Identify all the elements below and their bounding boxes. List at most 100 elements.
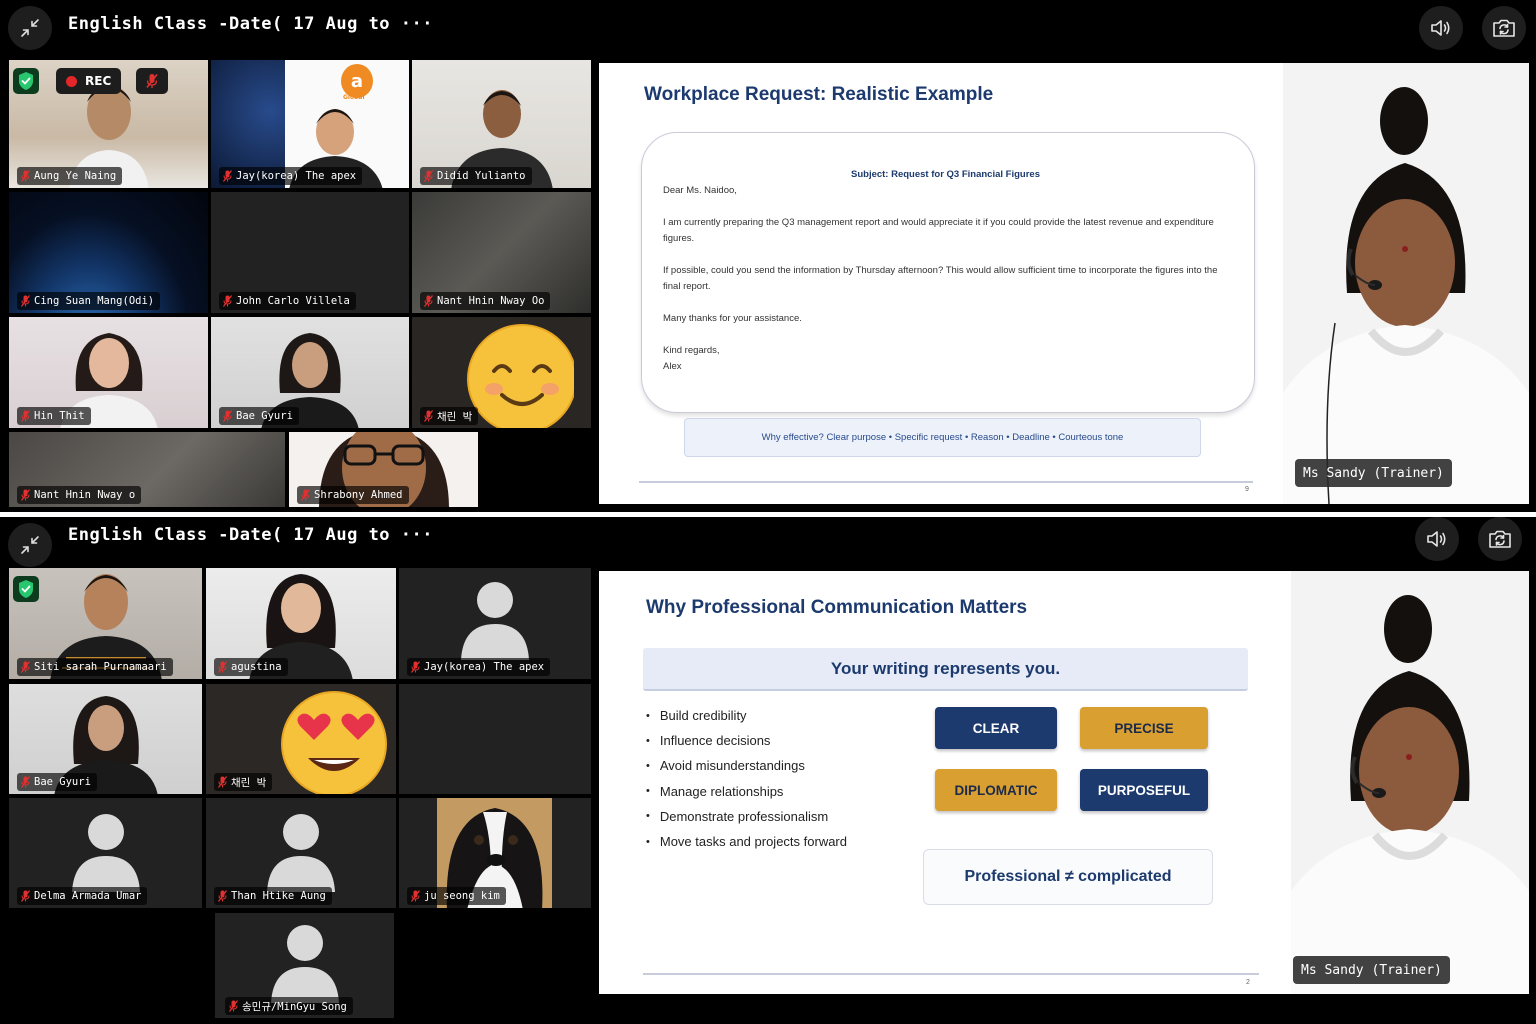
participant-tile[interactable]: Than Htike Aung [205, 797, 397, 909]
shared-slide: Workplace Request: Realistic Example Sub… [599, 63, 1283, 504]
trainer-person-video [1283, 63, 1529, 504]
participant-name: 채린 박 [231, 776, 267, 789]
participant-tile[interactable]: ju seong kim [398, 797, 592, 909]
avatar-placeholder-icon [267, 814, 335, 892]
participant-name: Siti sarah Purnamaari [34, 661, 167, 673]
mic-off-icon [21, 890, 30, 902]
shared-slide: Why Professional Communication Matters Y… [599, 571, 1291, 994]
participant-tile[interactable]: Cing Suan Mang(Odi) [8, 191, 209, 314]
participant-name: agustina [231, 661, 282, 673]
recording-indicator: REC [56, 68, 122, 94]
mic-off-icon [424, 410, 433, 422]
trainer-video[interactable]: Ms Sandy (Trainer) [1283, 63, 1529, 504]
participant-name: Aung Ye Naing [34, 170, 117, 182]
mic-off-icon [218, 661, 227, 673]
participant-tile[interactable]: 송민규/MinGyu Song [214, 912, 395, 1019]
participant-name: Jay(korea) The apex [424, 661, 545, 673]
speaker-icon [1427, 531, 1446, 547]
mic-off-icon [146, 74, 158, 88]
muted-indicator [136, 68, 168, 94]
participant-tile[interactable]: Bae Gyuri [8, 683, 203, 795]
participant-tile[interactable]: 채린 박 [411, 316, 592, 429]
list-item: Influence decisions [646, 728, 906, 753]
participant-name: Didid Yulianto [437, 170, 526, 182]
participant-tile[interactable]: Nant Hnin Nway ο [8, 431, 286, 508]
mic-off-icon [424, 295, 433, 307]
mic-off-icon [301, 489, 310, 501]
participant-tile[interactable]: Siti sarah Purnamaari [8, 567, 203, 680]
meeting-panel-bottom: English Class -Date( 17 Aug to ··· Siti … [0, 517, 1536, 1024]
slide-page-number: 2 [1246, 979, 1250, 986]
participant-tile[interactable]: Hin Thit [8, 316, 209, 429]
slide-banner: Your writing represents you. [643, 648, 1248, 691]
mic-off-icon [218, 776, 227, 788]
slide-page-number: 9 [1245, 486, 1249, 493]
mic-off-icon [21, 410, 30, 422]
slide-footer-rule [639, 481, 1253, 483]
mic-off-icon [21, 661, 30, 673]
speaker-button[interactable] [1415, 517, 1459, 561]
email-paragraph: If possible, could you send the informat… [663, 265, 1218, 292]
participant-tile[interactable]: Bae Gyuri [210, 316, 410, 429]
participant-name: Bae Gyuri [34, 776, 91, 788]
participant-tile[interactable]: REC Aung Ye Naing [8, 59, 209, 189]
participant-tile[interactable]: a Global Jay(korea) The apex [210, 59, 410, 189]
speaker-button[interactable] [1419, 6, 1463, 50]
participant-tile[interactable]: John Carlo Villela [210, 191, 410, 314]
participant-name-tag: agustina [214, 658, 288, 676]
company-logo: a [341, 64, 373, 98]
list-item: Avoid misunderstandings [646, 753, 906, 778]
participant-name: Delma Armada Umar [34, 890, 142, 902]
mic-off-icon [21, 776, 30, 788]
mic-off-icon [229, 1000, 238, 1012]
participant-name: John Carlo Villela [236, 295, 350, 307]
participant-name: Jay(korea) The apex [236, 170, 357, 182]
top-bar: English Class -Date( 17 Aug to ··· [0, 0, 1536, 56]
benefits-list: Build credibility Influence decisions Av… [646, 703, 906, 854]
meeting-panel-top: English Class -Date( 17 Aug to ··· REC A… [0, 0, 1536, 512]
participant-name: Shrabony Ahmed [314, 489, 403, 501]
collapse-button[interactable] [8, 523, 52, 567]
list-item: Manage relationships [646, 779, 906, 804]
avatar-placeholder-icon [461, 582, 529, 660]
trainer-name-tag: Ms Sandy (Trainer) [1295, 459, 1452, 487]
participant-name-tag: Than Htike Aung [214, 887, 332, 905]
slide-title: Workplace Request: Realistic Example [644, 84, 994, 105]
participant-tile[interactable]: agustina [205, 567, 397, 680]
trainer-video[interactable]: Ms Sandy (Trainer) [1291, 571, 1529, 994]
recording-label: REC [85, 74, 112, 88]
participant-tile[interactable]: 채린 박 [205, 683, 397, 795]
email-signature: Alex [663, 361, 682, 372]
email-subject: Subject: Request for Q3 Financial Figure… [851, 169, 1040, 180]
switch-camera-icon [1493, 19, 1515, 37]
shield-check-icon [19, 72, 33, 90]
participant-tile[interactable]: Delma Armada Umar [8, 797, 203, 909]
email-example-card: Subject: Request for Q3 Financial Figure… [641, 132, 1255, 413]
switch-camera-button[interactable] [1478, 517, 1522, 561]
collapse-button[interactable] [8, 6, 52, 50]
participant-tile[interactable]: Didid Yulianto [411, 59, 592, 189]
mic-off-icon [21, 489, 30, 501]
mic-off-icon [223, 295, 232, 307]
participant-name: Than Htike Aung [231, 890, 326, 902]
mic-off-icon [411, 661, 420, 673]
participant-name-tag: Nant Hnin Nway ο [17, 486, 142, 504]
why-effective-bar: Why effective? Clear purpose • Specific … [684, 418, 1201, 457]
shield-check-icon [19, 580, 33, 598]
chip-precise: PRECISE [1080, 707, 1208, 749]
participant-name-tag: Jay(korea) The apex [407, 658, 551, 676]
participant-tile[interactable] [398, 683, 592, 795]
participant-tile[interactable]: Nant Hnin Nway Oo [411, 191, 592, 314]
participant-name: Cing Suan Mang(Odi) [34, 295, 155, 307]
participant-name-tag: 송민규/MinGyu Song [225, 997, 353, 1015]
participant-tile[interactable]: Shrabony Ahmed [288, 431, 479, 508]
smiling-face-emoji [467, 324, 574, 428]
participant-tile[interactable]: Jay(korea) The apex [398, 567, 592, 680]
collapse-icon [21, 19, 39, 37]
meeting-title: English Class -Date( 17 Aug to ··· [68, 14, 433, 34]
secure-shield-badge [13, 576, 39, 602]
mic-off-icon [424, 170, 433, 182]
speaker-icon [1431, 20, 1450, 36]
record-dot-icon [66, 75, 77, 87]
switch-camera-button[interactable] [1482, 6, 1526, 50]
